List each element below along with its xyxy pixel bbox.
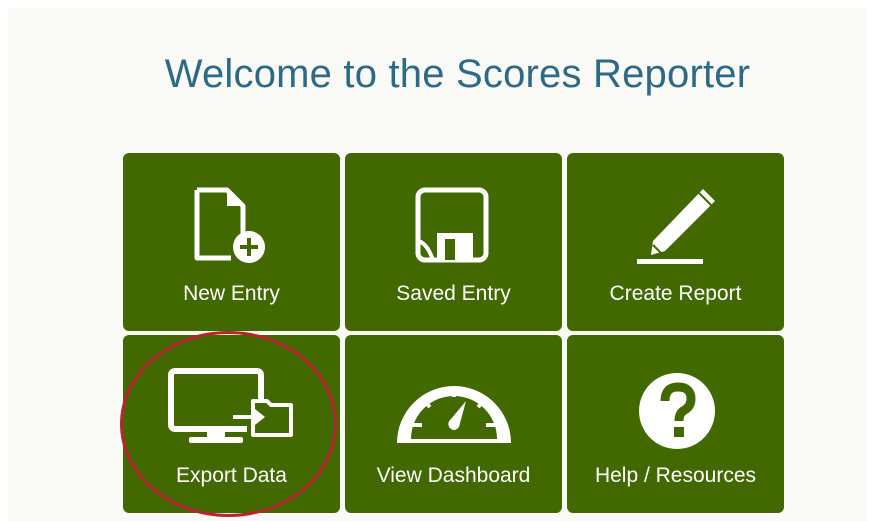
- pencil-icon: [637, 189, 715, 264]
- view-dashboard-tile[interactable]: View Dashboard: [345, 335, 562, 513]
- new-entry-tile[interactable]: New Entry: [123, 153, 340, 331]
- help-resources-label: Help / Resources: [594, 464, 757, 487]
- export-data-tile[interactable]: Export Data: [123, 335, 340, 513]
- help-resources-tile[interactable]: Help / Resources: [567, 335, 784, 513]
- new-document-icon: [194, 187, 265, 263]
- question-circle-icon: [639, 373, 715, 449]
- speedometer-icon: [397, 386, 511, 443]
- create-report-tile[interactable]: Create Report: [567, 153, 784, 331]
- saved-entry-label: Saved Entry: [396, 282, 511, 305]
- new-entry-label: New Entry: [183, 282, 280, 305]
- export-data-label: Export Data: [176, 464, 287, 487]
- page-title: Welcome to the Scores Reporter: [164, 52, 751, 96]
- saved-entry-tile[interactable]: Saved Entry: [345, 153, 562, 331]
- export-monitor-icon: [168, 368, 293, 443]
- save-disk-icon: [415, 187, 489, 263]
- create-report-label: Create Report: [609, 282, 742, 305]
- view-dashboard-label: View Dashboard: [376, 464, 531, 487]
